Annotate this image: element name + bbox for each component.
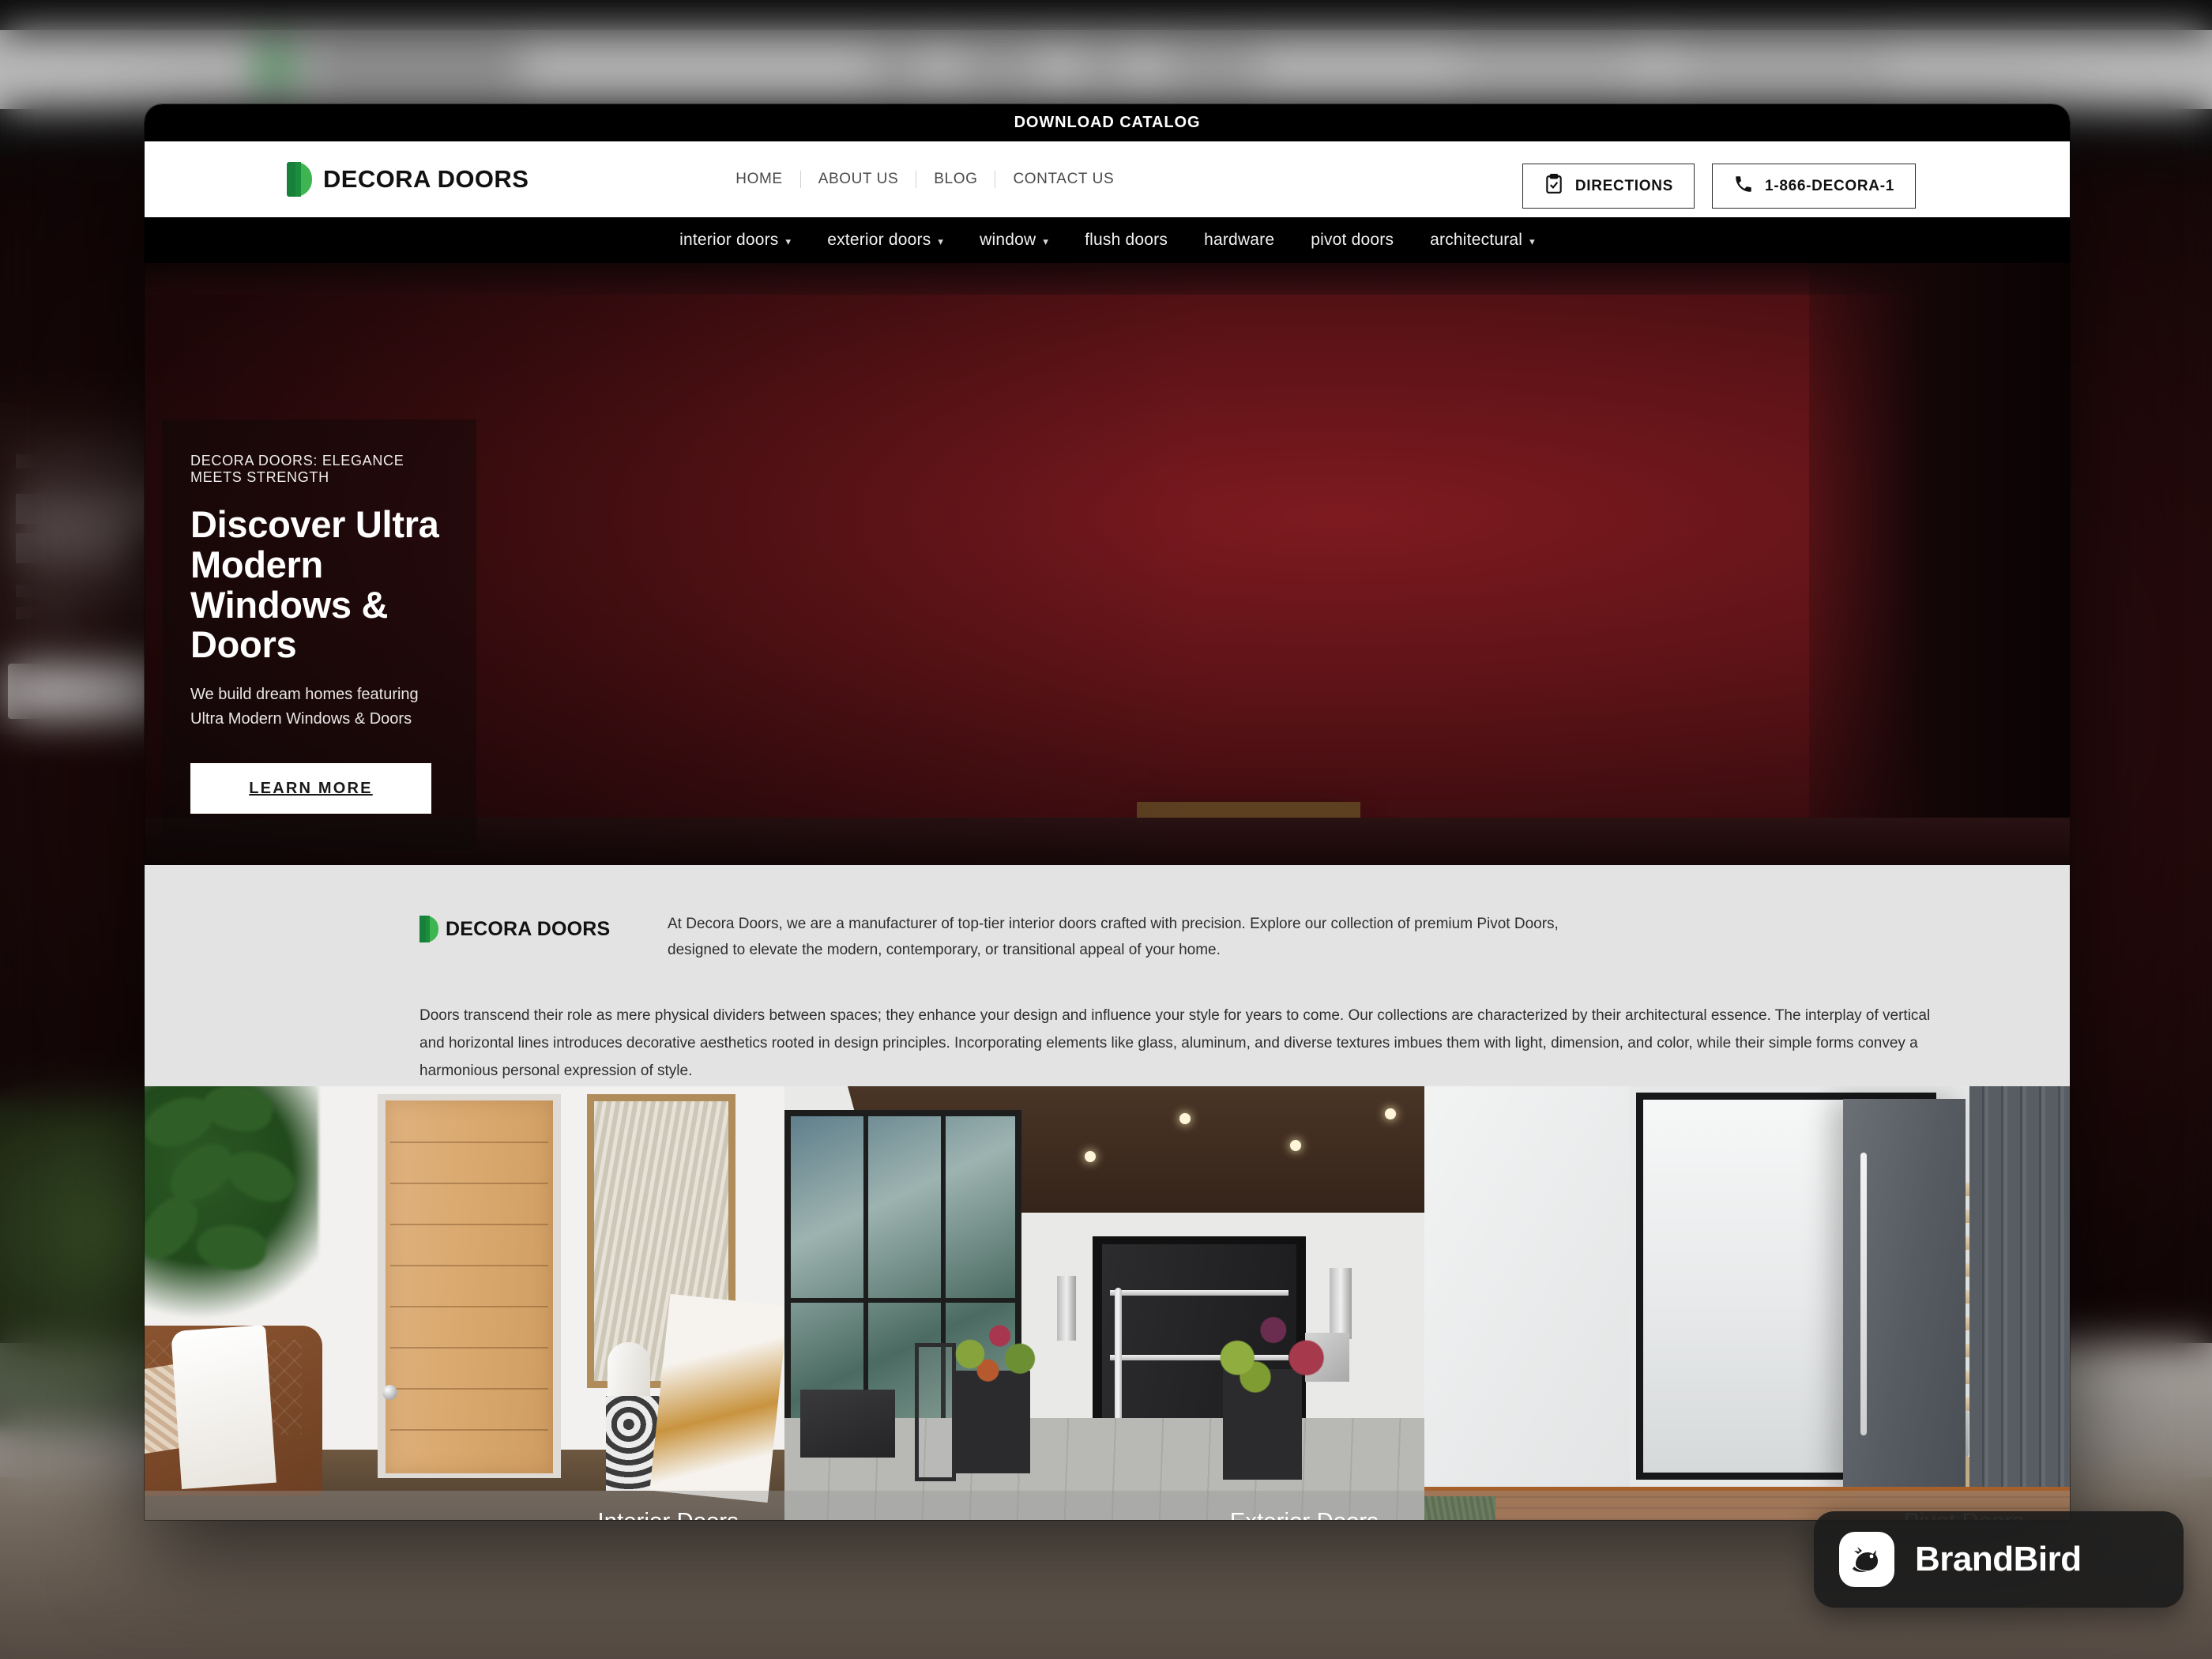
category-label: flush doors (1085, 231, 1168, 249)
brand-logo[interactable]: DECORA DOORS (287, 162, 529, 197)
category-flush-doors[interactable]: flush doors (1066, 231, 1186, 250)
category-label: exterior doors (827, 231, 931, 249)
chevron-down-icon: ▾ (1529, 235, 1535, 247)
hero-subtitle: We build dream homes featuring Ultra Mod… (190, 686, 419, 728)
flowers (1195, 1292, 1345, 1398)
category-hardware[interactable]: hardware (1186, 231, 1292, 250)
pivot-door-handle (1860, 1153, 1867, 1435)
phone-icon (1733, 174, 1754, 199)
announcement-text: DOWNLOAD CATALOG (1014, 114, 1201, 131)
pivot-door-photo (1424, 1086, 2070, 1520)
learn-more-button[interactable]: LEARN MORE (190, 763, 431, 814)
category-label: pivot doors (1311, 231, 1394, 249)
phone-button[interactable]: 1-866-DECORA-1 (1712, 164, 1916, 209)
intro-brand-logo: DECORA DOORS (419, 911, 668, 942)
header-actions: DIRECTIONS 1-866-DECORA-1 (1522, 164, 1916, 209)
chevron-down-icon: ▾ (1043, 235, 1049, 247)
card-label-band: Exterior Doors (784, 1491, 1424, 1520)
white-wall (1424, 1086, 1630, 1488)
category-window[interactable]: window ▾ (961, 231, 1066, 250)
door-knob (382, 1385, 397, 1400)
hero-title: Discover Ultra Modern Windows & Doors (190, 503, 439, 666)
intro-section: DECORA DOORS At Decora Doors, we are a m… (145, 865, 2070, 1086)
wall-sconce (1057, 1276, 1076, 1341)
card-pivot-doors[interactable]: Pivot Doors (1424, 1086, 2070, 1520)
exterior-door-photo (784, 1086, 1424, 1520)
announcement-bar[interactable]: DOWNLOAD CATALOG (145, 104, 2070, 141)
category-exterior-doors[interactable]: exterior doors ▾ (809, 231, 961, 250)
intro-paragraph-2: Doors transcend their role as mere physi… (419, 1006, 1931, 1079)
card-label-band: Interior Doors (145, 1491, 784, 1520)
primary-navigation: HOME ABOUT US BLOG CONTACT US (718, 171, 1131, 188)
clipboard-check-icon (1544, 173, 1564, 199)
gray-pivot-door (1843, 1099, 1966, 1491)
card-label-exterior: Exterior Doors (1230, 1509, 1379, 1521)
cowhide-blanket (649, 1293, 784, 1503)
category-label: window (980, 231, 1036, 249)
hero-text-card: DECORA DOORS: ELEGANCE MEETS STRENGTH Di… (162, 419, 476, 850)
directions-button[interactable]: DIRECTIONS (1522, 164, 1695, 209)
category-interior-doors[interactable]: interior doors ▾ (661, 231, 809, 250)
slatted-wall-cladding (1969, 1086, 2070, 1488)
category-label: interior doors (679, 231, 779, 249)
nav-item-blog[interactable]: BLOG (916, 171, 996, 188)
decora-d-logo-icon (287, 162, 312, 197)
chevron-down-icon: ▾ (938, 235, 944, 247)
bird-logo-icon (1839, 1532, 1894, 1587)
intro-paragraph-1: At Decora Doors, we are a manufacturer o… (668, 916, 1559, 959)
interior-door-photo (145, 1086, 784, 1520)
category-pivot-doors[interactable]: pivot doors (1292, 231, 1412, 250)
phone-number-label: 1-866-DECORA-1 (1765, 177, 1894, 194)
brandbird-label: BrandBird (1915, 1540, 2082, 1578)
category-architectural[interactable]: architectural ▾ (1412, 231, 1553, 250)
site-header: DECORA DOORS HOME ABOUT US BLOG CONTACT … (145, 141, 2070, 217)
category-navigation: interior doors ▾ exterior doors ▾ window… (145, 217, 2070, 263)
directions-label: DIRECTIONS (1574, 177, 1674, 194)
card-interior-doors[interactable]: Interior Doors (145, 1086, 784, 1520)
decora-d-logo-icon (419, 916, 438, 942)
category-label: hardware (1204, 231, 1275, 249)
card-exterior-doors[interactable]: Exterior Doors (784, 1086, 1424, 1520)
nav-item-about-us[interactable]: ABOUT US (801, 171, 917, 188)
hero-eyebrow: DECORA DOORS: ELEGANCE MEETS STRENGTH (190, 453, 404, 485)
category-label: architectural (1430, 231, 1523, 249)
brand-name-text: DECORA DOORS (323, 165, 529, 193)
hero-banner: DECORA DOORS: ELEGANCE MEETS STRENGTH Di… (145, 263, 2070, 865)
chevron-down-icon: ▾ (785, 235, 792, 247)
brandbird-watermark: BrandBird (1814, 1511, 2184, 1608)
nav-item-home[interactable]: HOME (718, 171, 801, 188)
flowers (935, 1300, 1053, 1390)
wood-door (386, 1100, 553, 1473)
card-label-interior: Interior Doors (598, 1509, 739, 1521)
intro-brand-name: DECORA DOORS (446, 917, 611, 940)
white-throw (171, 1325, 276, 1489)
water-feature (800, 1390, 895, 1458)
houseplant (145, 1086, 318, 1339)
nav-item-contact-us[interactable]: CONTACT US (995, 171, 1131, 188)
browser-window: DOWNLOAD CATALOG DECORA DOORS HOME ABOUT… (145, 104, 2070, 1520)
category-cards: Interior Doors (145, 1086, 2070, 1520)
